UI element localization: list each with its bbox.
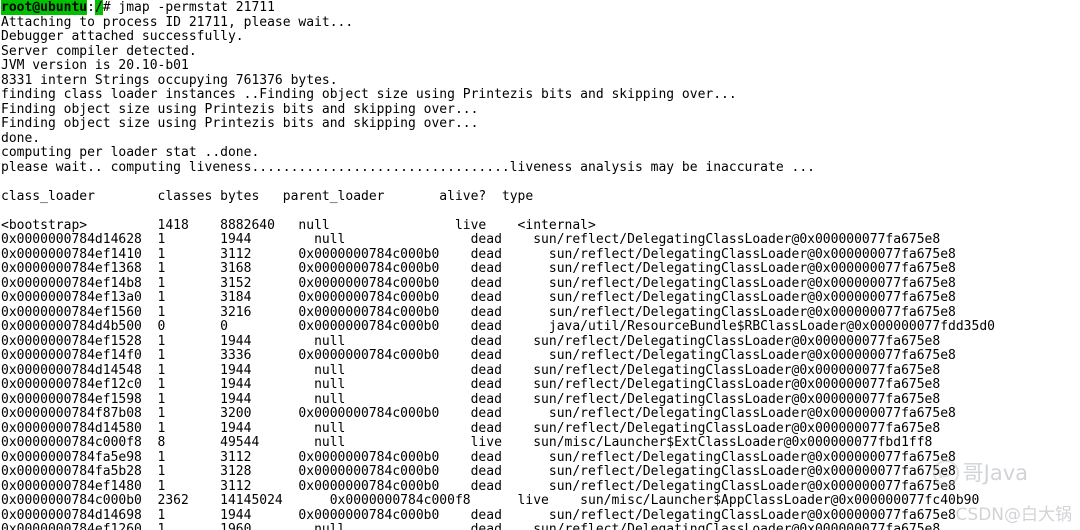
shell-prompt-line: root@ubuntu:/# jmap -permstat 21711 [1,0,1080,16]
table-row: 0x0000000784ef14f0 1 3336 0x0000000784c0… [1,348,956,363]
log-line: Finding object size using Printezis bits… [1,116,479,131]
table-row: 0x0000000784ef1368 1 3168 0x0000000784c0… [1,261,956,276]
table-row: 0x0000000784ef14b8 1 3152 0x0000000784c0… [1,275,956,291]
table-row: <bootstrap> 1418 8882640 null live <inte… [1,217,596,233]
log-line: done. [1,130,41,146]
table-row: 0x0000000784ef1560 1 3216 0x0000000784c0… [1,304,956,320]
table-row: 0x0000000784ef1528 1 1944 null dead sun/… [1,333,941,349]
table-row: 0x0000000784d14698 1 1944 0x0000000784c0… [1,507,956,523]
log-line: finding class loader instances ..Finding… [1,87,737,102]
classloader-table-body: <bootstrap> 1418 8882640 null live <inte… [1,217,1080,530]
log-line: Server compiler detected. [1,43,197,59]
prompt-working-directory: / [94,0,103,15]
log-line: Attaching to process ID 21711, please wa… [1,14,354,30]
log-line: computing per loader stat ..done. [1,145,260,160]
table-header-row: class_loader classes bytes parent_loader… [1,188,534,204]
table-row: 0x0000000784ef1410 1 3112 0x0000000784c0… [1,246,956,262]
table-row: 0x0000000784d14580 1 1944 null dead sun/… [1,420,941,436]
table-row: 0x0000000784d14628 1 1944 null dead sun/… [1,232,941,247]
table-row: 0x0000000784c000f8 8 49544 null live sun… [1,435,933,450]
prompt-user-host: root@ubuntu [1,0,88,15]
command-log-output: Attaching to process ID 21711, please wa… [1,14,1080,176]
table-spacer-header [1,204,1080,219]
table-row: 0x0000000784ef1480 1 3112 0x0000000784c0… [1,478,956,494]
table-row: 0x0000000784ef12c0 1 1944 null dead sun/… [1,377,941,392]
terminal-window[interactable]: root@ubuntu:/# jmap -permstat 21711 Atta… [0,0,1080,530]
table-row: 0x0000000784d14548 1 1944 null dead sun/… [1,362,941,378]
table-row: 0x0000000784d4b500 0 0 0x0000000784c000b… [1,319,995,334]
table-row: 0x0000000784ef1260 1 1960 null dead sun/… [1,522,941,530]
prompt-separator: : [87,0,95,15]
prompt-command: # jmap -permstat 21711 [102,0,275,15]
table-row: 0x0000000784f87b08 1 3200 0x0000000784c0… [1,406,956,421]
log-line: please wait.. computing liveness........… [1,159,815,175]
log-line: Debugger attached successfully. [1,29,244,44]
log-line: JVM version is 20.10-b01 [1,58,189,73]
table-row: 0x0000000784ef13a0 1 3184 0x0000000784c0… [1,290,956,305]
log-line: 8331 intern Strings occupying 761376 byt… [1,72,338,88]
table-spacer-top [1,175,1080,190]
table-row: 0x0000000784c000b0 2362 14145024 0x00000… [1,493,980,508]
table-row: 0x0000000784fa5b28 1 3128 0x0000000784c0… [1,464,956,479]
log-line: Finding object size using Printezis bits… [1,101,479,117]
table-row: 0x0000000784fa5e98 1 3112 0x0000000784c0… [1,449,956,465]
table-row: 0x0000000784ef1598 1 1944 null dead sun/… [1,391,941,407]
